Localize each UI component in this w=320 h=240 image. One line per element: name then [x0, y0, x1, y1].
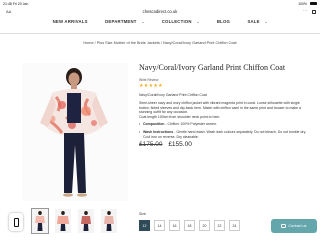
thumbnail-image [55, 209, 71, 233]
contact-us-label: Contact us [288, 224, 307, 228]
size-option-24[interactable]: 24 [229, 220, 240, 231]
product-image[interactable] [22, 63, 128, 201]
product-description: Semi-sheer navy and ivory chiffon jacket… [139, 100, 301, 115]
size-option-18[interactable]: 18 [184, 220, 195, 231]
breadcrumb[interactable]: Home / Plus Size Mother of the Bride Jac… [0, 41, 320, 45]
status-right: 100% [298, 2, 317, 6]
price-block: £175.00 £155.00 [139, 141, 309, 148]
thumbnail-4[interactable] [101, 209, 117, 233]
size-label: Size [139, 212, 146, 216]
thumbnail-3[interactable] [78, 209, 94, 233]
main-navigation: NEW ARRIVALS DEPARTMENT ⌄ COLLECTION ⌄ BLO… [0, 19, 320, 31]
call-button[interactable] [9, 213, 23, 231]
thumbnail-image [101, 209, 117, 233]
chevron-down-icon: ⌄ [141, 20, 145, 24]
size-option-22[interactable]: 22 [214, 220, 225, 231]
thumbnail-image [78, 209, 94, 233]
wash-instructions-item: Wash Instructions - Gentle hand wash. Wa… [139, 130, 309, 140]
thumbnail-image [32, 209, 48, 233]
nav-item-new-arrivals[interactable]: NEW ARRIVALS [49, 19, 92, 24]
status-time: 21:48 Fri 20 Jan [3, 1, 29, 6]
size-option-12[interactable]: 12 [139, 220, 150, 231]
model-photo [22, 63, 128, 201]
chat-bubble-icon [281, 224, 287, 228]
nav-item-blog[interactable]: BLOG [213, 19, 234, 24]
url-field[interactable]: chescodirect.co.uk [0, 9, 320, 14]
more-options-icon[interactable]: ··· [303, 8, 309, 13]
tabs-icon[interactable] [312, 9, 316, 14]
rating-stars-icon: ★★★★★ [139, 83, 163, 89]
nav-item-department[interactable]: DEPARTMENT ⌄ [101, 19, 148, 24]
status-bar: 21:48 Fri 20 Jan 100% [0, 0, 320, 7]
product-title: Navy/Coral/Ivory Garland Print Chiffon C… [139, 63, 286, 72]
phone-icon [13, 217, 19, 227]
product-subtitle: Navy/Coral/Ivory Garland Print Chiffon C… [139, 93, 207, 97]
nav-divider [0, 33, 320, 34]
product-info: Navy/Coral/Ivory Garland Print Chiffon C… [139, 63, 309, 148]
thumbnail-2[interactable] [55, 209, 71, 233]
size-option-20[interactable]: 20 [199, 220, 210, 231]
nav-item-collection[interactable]: COLLECTION ⌄ [158, 19, 204, 24]
chevron-down-icon: ⌄ [264, 20, 268, 24]
size-option-14[interactable]: 14 [154, 220, 165, 231]
contact-us-button[interactable]: Contact us [271, 219, 317, 233]
browser-address-bar: AA chescodirect.co.uk ··· [0, 7, 320, 16]
size-option-16[interactable]: 16 [169, 220, 180, 231]
sale-price: £155.00 [168, 141, 192, 149]
product-length: Coat length 100cm from shoulder neck poi… [139, 115, 221, 120]
write-review-link[interactable]: Write Review [139, 78, 309, 82]
original-price: £175.00 [139, 141, 163, 149]
nav-item-sale[interactable]: SALE ⌄ [243, 19, 271, 24]
battery-percentage: 100% [298, 1, 308, 6]
thumbnail-1[interactable] [31, 208, 49, 234]
chevron-down-icon: ⌄ [196, 20, 200, 24]
battery-icon [310, 2, 317, 6]
composition-item: Composition - Chiffon: 100% Polyester wo… [139, 122, 309, 127]
